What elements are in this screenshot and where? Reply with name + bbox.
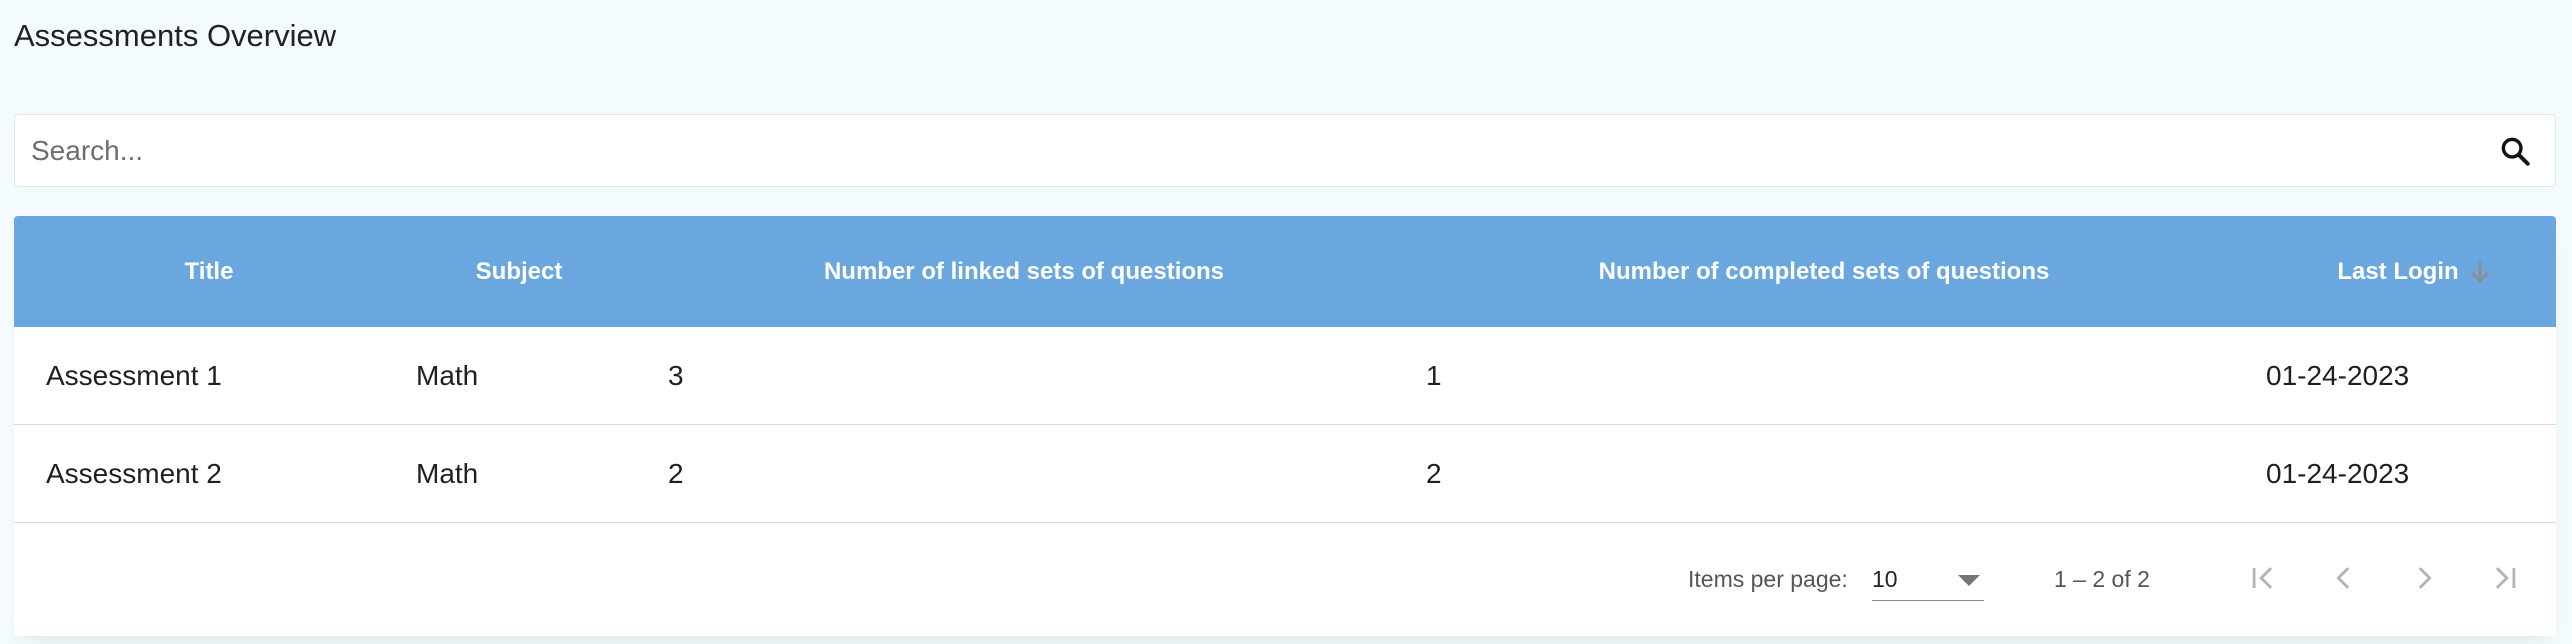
column-header-last-login[interactable]: Last Login [2294,216,2534,327]
cell-completed-sets: 1 [1426,360,1442,391]
page-size-value: 10 [1872,566,1898,592]
table-row[interactable]: Assessment 2 Math 2 2 01-24-2023 [14,425,2556,523]
range-label: 1 – 2 of 2 [2054,566,2150,592]
column-header-label: Last Login [2337,257,2459,285]
table-header: Title Subject Number of linked sets of q… [14,216,2556,327]
page-size-select[interactable]: 10 [1872,559,1984,601]
items-per-page-label: Items per page: [1688,566,1848,592]
first-page-button[interactable] [2239,555,2289,605]
column-header-title[interactable]: Title [94,216,324,327]
table-row[interactable]: Assessment 1 Math 3 1 01-24-2023 [14,327,2556,425]
column-header-completed[interactable]: Number of completed sets of questions [1504,216,2144,327]
cell-linked-sets: 3 [668,360,684,391]
first-page-icon [2247,561,2281,600]
cell-title: Assessment 1 [46,360,222,391]
chevron-left-icon [2327,561,2361,600]
cell-title: Assessment 2 [46,458,222,489]
paginator: Items per page: 10 1 – 2 of 2 [14,523,2556,636]
cell-completed-sets: 2 [1426,458,1442,489]
cell-linked-sets: 2 [668,458,684,489]
cell-subject: Math [416,458,479,489]
column-header-linked[interactable]: Number of linked sets of questions [704,216,1344,327]
cell-subject: Math [416,360,479,391]
search-input[interactable] [31,134,2491,167]
arrow-down-icon [2469,259,2491,285]
column-header-label: Number of completed sets of questions [1598,257,2050,285]
column-header-label: Title [184,257,234,285]
caret-down-icon [1958,566,1980,593]
column-header-subject[interactable]: Subject [414,216,624,327]
column-header-label: Subject [475,257,563,285]
previous-page-button[interactable] [2319,555,2369,605]
last-page-icon [2487,561,2521,600]
last-page-button[interactable] [2479,555,2529,605]
column-header-label: Number of linked sets of questions [823,257,1225,285]
page-title: Assessments Overview [14,18,337,53]
cell-last-login: 01-24-2023 [2266,360,2410,391]
assessments-table: Title Subject Number of linked sets of q… [14,216,2556,636]
next-page-button[interactable] [2399,555,2449,605]
cell-last-login: 01-24-2023 [2266,458,2410,489]
chevron-right-icon [2407,561,2441,600]
search-bar [14,114,2556,187]
search-icon[interactable] [2491,127,2539,175]
